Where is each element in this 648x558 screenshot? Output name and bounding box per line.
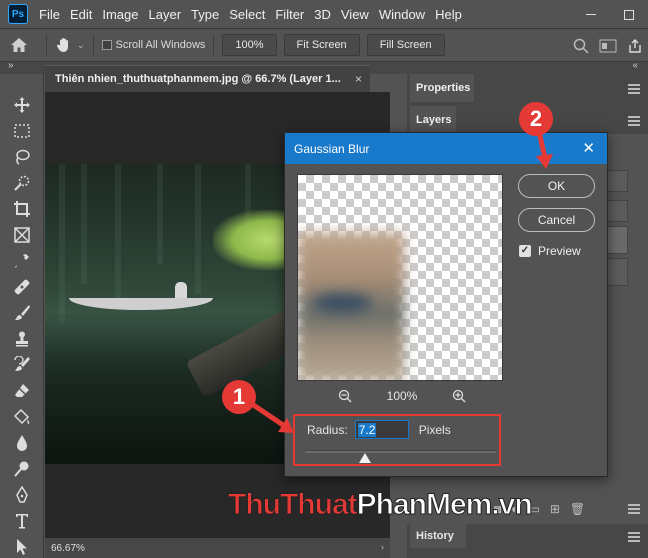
menu-help[interactable]: Help: [430, 0, 467, 29]
lasso-tool-icon[interactable]: [0, 144, 44, 170]
home-icon[interactable]: [0, 29, 38, 62]
status-bar: 66.67% ›: [45, 538, 390, 558]
layers-footer-menu-icon[interactable]: [628, 504, 640, 514]
fit-screen-button[interactable]: Fit Screen: [283, 34, 360, 56]
eyedropper-tool-icon[interactable]: [0, 248, 44, 274]
path-selection-tool-icon[interactable]: [0, 534, 44, 558]
document-title: Thiên nhien_thuthuatphanmem.jpg @ 66.7% …: [55, 73, 341, 85]
radius-highlight-box: [293, 414, 501, 466]
marquee-tool-icon[interactable]: [0, 118, 44, 144]
step-1-arrow-icon: [250, 401, 294, 433]
expand-toolbar-icon[interactable]: »: [8, 60, 14, 71]
divider: [92, 35, 94, 55]
menu-layer[interactable]: Layer: [144, 0, 187, 29]
menu-window[interactable]: Window: [374, 0, 430, 29]
pen-tool-icon[interactable]: [0, 482, 44, 508]
chevron-right-icon[interactable]: ›: [381, 542, 384, 552]
menu-edit[interactable]: Edit: [65, 0, 97, 29]
chevron-down-icon[interactable]: ⌄: [77, 40, 85, 51]
minimize-icon[interactable]: [572, 0, 610, 29]
preview-zoom-level: 100%: [386, 389, 418, 403]
watermark-logo: ThuThuatPhanMem.vn: [228, 488, 534, 522]
collapse-panels-icon[interactable]: «: [632, 60, 638, 71]
tab-history[interactable]: History: [410, 524, 466, 548]
tab-properties[interactable]: Properties: [410, 74, 474, 102]
scroll-all-windows-label: Scroll All Windows: [115, 39, 206, 51]
quick-selection-tool-icon[interactable]: [0, 170, 44, 196]
zoom-100-button[interactable]: 100%: [222, 34, 277, 56]
preview-zoom-controls: 100%: [337, 387, 467, 405]
menu-view[interactable]: View: [336, 0, 374, 29]
close-icon[interactable]: ×: [355, 72, 362, 86]
clone-stamp-tool-icon[interactable]: [0, 326, 44, 352]
ok-button[interactable]: OK: [518, 174, 595, 198]
eraser-tool-icon[interactable]: [0, 378, 44, 404]
maximize-icon[interactable]: [610, 0, 648, 29]
filter-preview[interactable]: [297, 174, 503, 381]
divider: [46, 35, 47, 55]
layer-row[interactable]: [605, 226, 628, 254]
step-2-arrow-icon: [536, 134, 553, 169]
step-2-badge: 2: [519, 102, 553, 136]
layer-option-row[interactable]: [605, 170, 628, 192]
zoom-readout[interactable]: 66.67%: [51, 543, 85, 554]
preview-toggle[interactable]: ✓ Preview: [519, 244, 581, 258]
options-right-group: [567, 29, 648, 62]
history-menu-icon[interactable]: [628, 532, 640, 542]
search-icon[interactable]: [567, 29, 594, 62]
crop-tool-icon[interactable]: [0, 196, 44, 222]
photoshop-logo: Ps: [8, 4, 28, 24]
options-bar: ⌄ Scroll All Windows 100% Fit Screen Fil…: [0, 29, 648, 62]
preview-label: Preview: [538, 244, 581, 258]
healing-brush-tool-icon[interactable]: [0, 274, 44, 300]
blur-tool-icon[interactable]: [0, 430, 44, 456]
workspace-icon[interactable]: [594, 29, 621, 62]
divider: [213, 35, 215, 55]
hand-tool-icon[interactable]: ⌄: [55, 36, 85, 54]
window-controls: [572, 0, 648, 29]
tools-panel: [0, 74, 44, 558]
type-tool-icon[interactable]: [0, 508, 44, 534]
zoom-in-icon[interactable]: [451, 388, 467, 404]
properties-menu-icon[interactable]: [628, 84, 640, 94]
tab-layers[interactable]: Layers: [410, 106, 456, 134]
layer-option-row[interactable]: [605, 200, 628, 222]
scroll-all-windows-checkbox[interactable]: [101, 40, 112, 50]
close-icon[interactable]: ✕: [582, 139, 595, 157]
menu-filter[interactable]: Filter: [270, 0, 309, 29]
paint-bucket-tool-icon[interactable]: [0, 404, 44, 430]
share-icon[interactable]: [621, 29, 648, 62]
frame-tool-icon[interactable]: [0, 222, 44, 248]
fill-screen-button[interactable]: Fill Screen: [366, 34, 445, 56]
brush-tool-icon[interactable]: [0, 300, 44, 326]
layers-menu-icon[interactable]: [628, 116, 640, 126]
menu-image[interactable]: Image: [97, 0, 143, 29]
dodge-tool-icon[interactable]: [0, 456, 44, 482]
menu-3d[interactable]: 3D: [309, 0, 336, 29]
dialog-title: Gaussian Blur: [294, 141, 370, 156]
dialog-titlebar[interactable]: Gaussian Blur ✕: [285, 133, 607, 164]
history-brush-tool-icon[interactable]: [0, 352, 44, 378]
move-tool-icon[interactable]: [0, 92, 44, 118]
layer-row[interactable]: [605, 258, 628, 286]
cancel-button[interactable]: Cancel: [518, 208, 595, 232]
new-layer-icon[interactable]: ⊞: [550, 502, 560, 516]
zoom-out-icon[interactable]: [337, 388, 353, 404]
preview-checkbox[interactable]: ✓: [519, 245, 531, 257]
menu-select[interactable]: Select: [224, 0, 270, 29]
menu-bar: Ps File Edit Image Layer Type Select Fil…: [0, 0, 648, 29]
menu-file[interactable]: File: [34, 0, 65, 29]
menu-type[interactable]: Type: [186, 0, 224, 29]
trash-icon[interactable]: 🗑: [570, 502, 585, 516]
document-tab[interactable]: Thiên nhien_thuthuatphanmem.jpg @ 66.7% …: [45, 65, 370, 92]
